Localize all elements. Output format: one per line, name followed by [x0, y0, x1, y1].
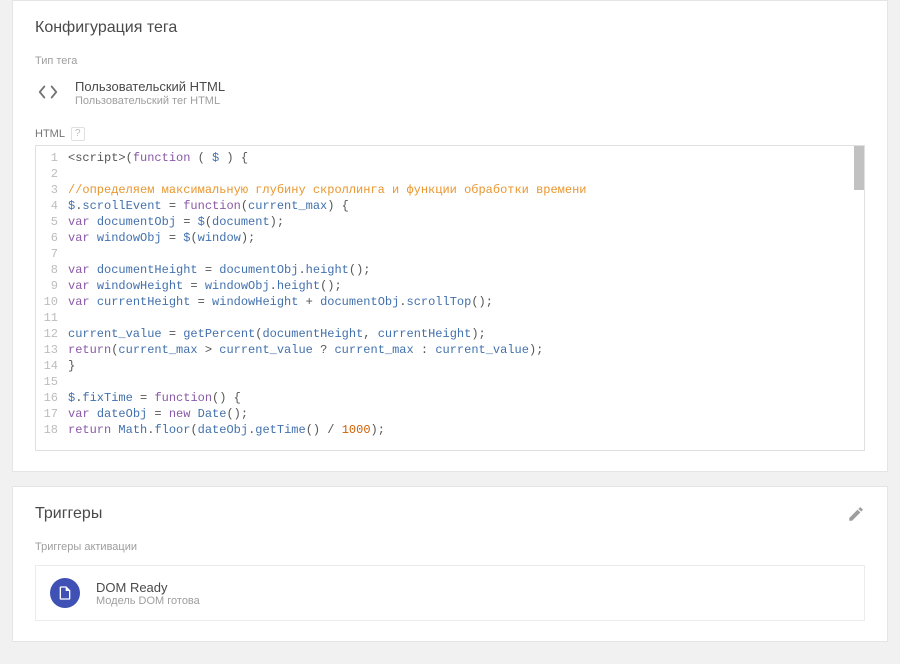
edit-button[interactable] [847, 505, 865, 526]
trigger-row[interactable]: DOM Ready Модель DOM готова [35, 565, 865, 621]
trigger-desc: Модель DOM готова [96, 595, 200, 607]
page-icon [50, 578, 80, 608]
html-label-row: HTML ? [35, 127, 865, 141]
code-brackets-icon [35, 79, 61, 105]
html-field-label: HTML [35, 128, 65, 140]
tag-type-desc: Пользовательский тег HTML [75, 95, 225, 107]
trigger-name: DOM Ready [96, 580, 200, 595]
tag-type-label: Тип тега [35, 55, 865, 67]
code-editor[interactable]: 123456789101112131415161718 <script>(fun… [35, 145, 865, 451]
tag-config-title: Конфигурация тега [35, 19, 865, 37]
scrollbar-thumb[interactable] [854, 146, 864, 190]
tag-config-card: Конфигурация тега Тип тега Пользовательс… [12, 0, 888, 472]
code-body[interactable]: <script>(function ( $ ) {//определяем ма… [64, 146, 864, 450]
activation-triggers-label: Триггеры активации [35, 541, 865, 553]
triggers-title: Триггеры [35, 505, 102, 523]
tag-type-name: Пользовательский HTML [75, 79, 225, 94]
code-gutter: 123456789101112131415161718 [36, 146, 64, 450]
triggers-card: Триггеры Триггеры активации DOM Ready Мо… [12, 486, 888, 642]
tag-type-row[interactable]: Пользовательский HTML Пользовательский т… [35, 79, 865, 107]
help-icon[interactable]: ? [71, 127, 85, 141]
